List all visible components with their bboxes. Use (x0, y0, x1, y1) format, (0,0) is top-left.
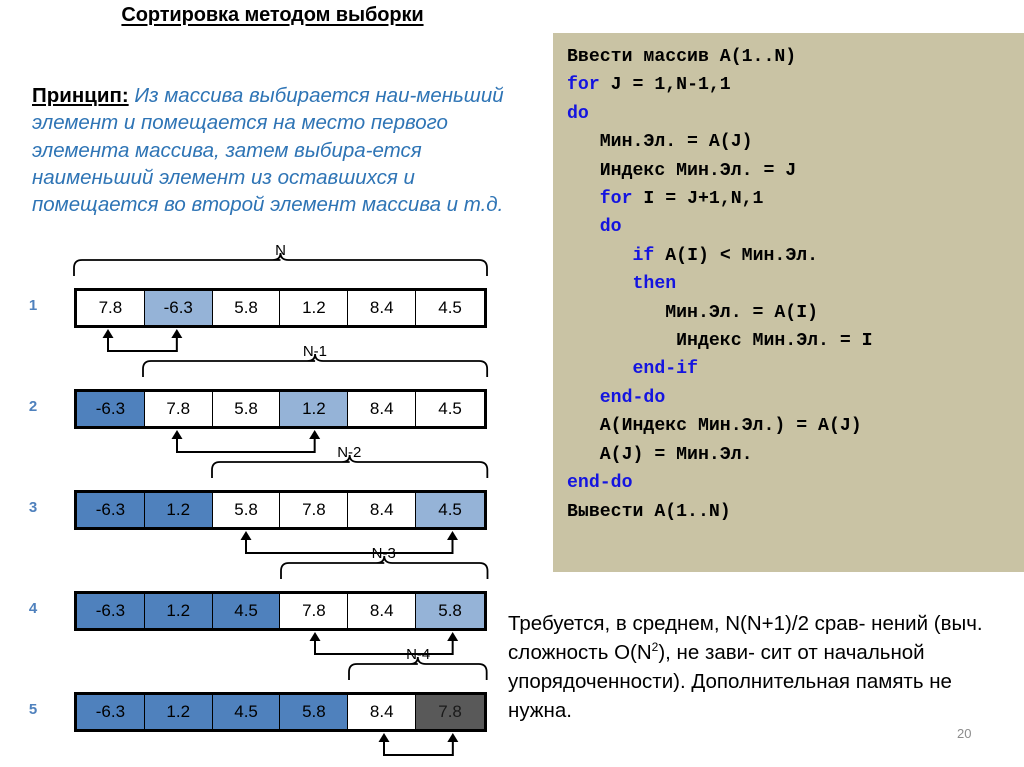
code-keyword: do (567, 103, 589, 124)
code-keyword: end-do (599, 387, 666, 408)
swap-arrow (374, 733, 463, 759)
array-cell: -6.3 (77, 695, 145, 729)
code-text: A(Индекс Мин.Эл.) = A(J) (567, 416, 862, 437)
code-line: A(Индекс Мин.Эл.) = A(J) (567, 412, 1024, 440)
code-text: Индекс Мин.Эл. = J (567, 160, 797, 181)
array-cell: 1.2 (280, 392, 349, 426)
row-number: 3 (28, 499, 38, 516)
pseudocode-panel: Ввести массив A(1..N) for J = 1,N-1,1 do М… (553, 33, 1024, 572)
code-line: A(J) = Мин.Эл. (567, 441, 1024, 469)
array-cell: -6.3 (77, 493, 145, 527)
code-keyword: then (632, 274, 677, 295)
array-cell: 8.4 (348, 291, 417, 325)
code-text: A(I) < Мин.Эл. (654, 245, 819, 266)
array-cell: 5.8 (416, 594, 484, 628)
row-number: 2 (28, 398, 38, 415)
code-keyword: do (599, 217, 622, 238)
array-row: 7.8 -6.3 5.8 1.2 8.4 4.5 (74, 288, 487, 328)
code-line: do (567, 100, 1024, 128)
array-cell: 4.5 (416, 493, 484, 527)
code-text: Индекс Мин.Эл. = I (567, 331, 873, 352)
array-cell: 7.8 (280, 493, 349, 527)
code-text: Вывести A(1..N) (567, 501, 731, 522)
code-text: A(J) = Мин.Эл. (567, 444, 753, 465)
array-row: -6.3 1.2 4.5 7.8 8.4 5.8 (74, 591, 487, 631)
array-row: -6.3 1.2 5.8 7.8 8.4 4.5 (74, 490, 487, 530)
code-line: if A(I) < Мин.Эл. (567, 242, 1024, 270)
array-cell: 7.8 (144, 392, 213, 426)
array-cell: 8.4 (348, 493, 417, 527)
code-line: Ввести массив A(1..N) (567, 43, 1024, 71)
code-text: Мин.Эл. = A(I) (567, 302, 819, 323)
code-keyword: if (632, 245, 655, 266)
code-line: do (567, 213, 1024, 241)
code-keyword: end-if (632, 359, 699, 380)
code-keyword: for (567, 75, 600, 96)
code-line: for I = J+1,N,1 (567, 185, 1024, 213)
array-cell: 1.2 (280, 291, 349, 325)
array-cell: 8.4 (348, 392, 417, 426)
swap-arrow (167, 430, 325, 456)
note-line-1: Требуется, в среднем, N(N+1)/2 срав- (508, 612, 866, 635)
array-cell: 8.4 (348, 594, 417, 628)
code-line: Мин.Эл. = A(I) (567, 299, 1024, 327)
note-line-2b: ), не зави- (658, 641, 755, 664)
array-cell: 5.8 (280, 695, 349, 729)
swap-arrow (98, 329, 187, 355)
array-cell: 1.2 (144, 493, 213, 527)
code-text: Мин.Эл. = A(J) (567, 132, 753, 153)
array-cell: 8.4 (348, 695, 417, 729)
code-text: I = J+1,N,1 (632, 189, 764, 210)
array-cell: 7.8 (77, 291, 145, 325)
array-cell: -6.3 (77, 392, 145, 426)
code-line: Индекс Мин.Эл. = I (567, 327, 1024, 355)
array-cell: 4.5 (416, 392, 484, 426)
array-row: -6.3 1.2 4.5 5.8 8.4 7.8 (74, 692, 487, 732)
code-line: end-if (567, 355, 1024, 383)
array-cell: 7.8 (280, 594, 349, 628)
code-text: J = 1,N-1,1 (599, 75, 731, 96)
code-line: Мин.Эл. = A(J) (567, 128, 1024, 156)
code-line: Индекс Мин.Эл. = J (567, 157, 1024, 185)
array-cell: 1.2 (144, 695, 213, 729)
array-cell: 5.8 (212, 493, 281, 527)
code-line: for J = 1,N-1,1 (567, 71, 1024, 99)
array-cell: 4.5 (416, 291, 484, 325)
row-number: 5 (28, 701, 38, 718)
slide-number: 20 (957, 726, 972, 741)
code-text: Ввести массив A(1..N) (567, 47, 797, 67)
code-keyword: for (599, 189, 633, 210)
array-cell: 5.8 (212, 291, 281, 325)
code-line: end-do (567, 469, 1024, 497)
code-line: then (567, 270, 1024, 298)
array-cell: -6.3 (77, 594, 145, 628)
selection-sort-diagram: 1 7.8 -6.3 5.8 1.2 8.4 4.5 N 2 -6.3 7.8 5.8 1.2 8.4 4.… (0, 0, 545, 767)
swap-arrow (236, 531, 463, 557)
code-keyword: end-do (567, 473, 633, 494)
array-cell: 4.5 (212, 695, 281, 729)
array-cell: -6.3 (144, 291, 213, 325)
code-line: Вывести A(1..N) (567, 498, 1024, 526)
array-row: -6.3 7.8 5.8 1.2 8.4 4.5 (74, 389, 487, 429)
array-cell: 7.8 (416, 695, 484, 729)
array-cell: 1.2 (144, 594, 213, 628)
array-cell: 5.8 (212, 392, 281, 426)
row-number: 1 (28, 297, 38, 314)
code-line: end-do (567, 384, 1024, 412)
complexity-note: Требуется, в среднем, N(N+1)/2 срав- нен… (508, 609, 1013, 725)
row-number: 4 (28, 600, 38, 617)
array-cell: 4.5 (212, 594, 281, 628)
